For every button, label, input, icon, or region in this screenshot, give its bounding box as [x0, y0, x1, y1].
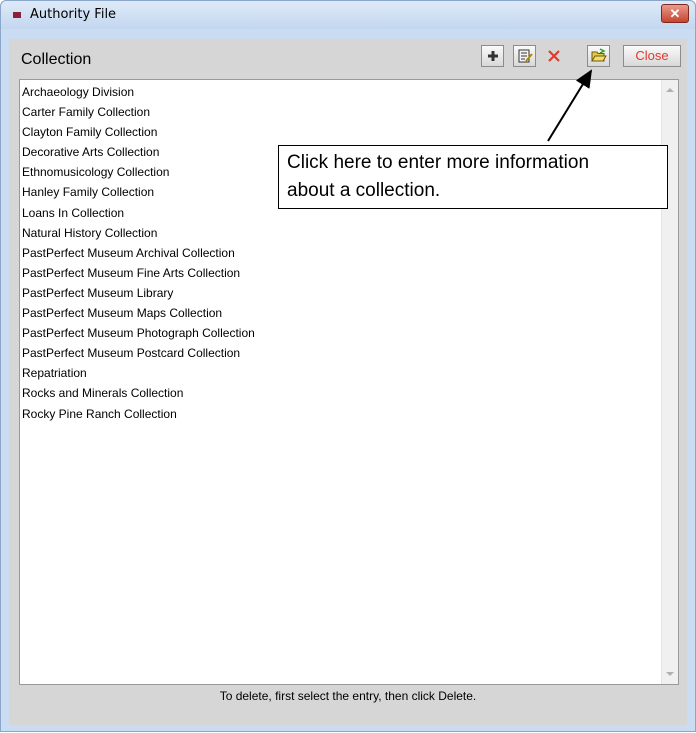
authority-file-window: Authority File ✕ Collection Close Archae…	[0, 0, 696, 732]
callout-arrow-icon	[547, 69, 593, 142]
